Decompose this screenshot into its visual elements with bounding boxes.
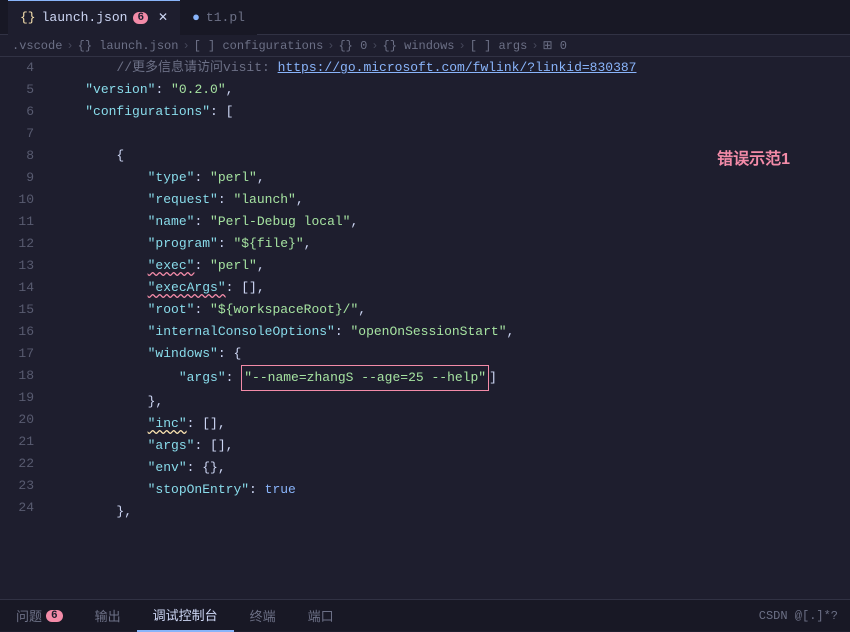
code-line-17: "windows": { (54, 343, 842, 365)
code-line-4: //更多信息请访问visit: https://go.microsoft.com… (54, 57, 842, 79)
tab-badge: 6 (133, 12, 148, 24)
status-tab-problems[interactable]: 问题 6 (0, 600, 79, 632)
code-line-22: "env": {}, (54, 457, 842, 479)
problems-badge: 6 (46, 610, 63, 622)
status-tab-debug-console[interactable]: 调试控制台 (137, 600, 234, 632)
code-line-20: "inc": [], (54, 413, 842, 435)
code-line-13: "exec": "perl", (54, 255, 842, 277)
code-line-7 (54, 123, 842, 145)
code-line-16: "internalConsoleOptions": "openOnSession… (54, 321, 842, 343)
status-tabs: 问题 6 输出 调试控制台 终端 端口 (0, 600, 759, 632)
code-line-8: { (54, 145, 842, 167)
code-line-19: }, (54, 391, 842, 413)
tab-label: launch.json (42, 10, 128, 25)
code-content: //更多信息请访问visit: https://go.microsoft.com… (46, 57, 850, 599)
line-numbers: 4 5 6 7 8 9 10 11 12 13 14 15 16 17 18 1… (0, 57, 46, 599)
code-line-5: "version": "0.2.0", (54, 79, 842, 101)
code-line-14: "execArgs": [], (54, 277, 842, 299)
status-right-text: CSDN @[.]*? (759, 609, 850, 623)
tab-t1-pl[interactable]: ● t1.pl (180, 0, 257, 35)
code-area: 4 5 6 7 8 9 10 11 12 13 14 15 16 17 18 1… (0, 57, 850, 599)
code-line-6: "configurations": [ (54, 101, 842, 123)
code-line-23: "stopOnEntry": true (54, 479, 842, 501)
tab-label: t1.pl (206, 10, 245, 25)
tab-launch-json[interactable]: {} launch.json 6 ✕ (8, 0, 180, 35)
pl-icon: ● (192, 10, 200, 25)
code-line-10: "request": "launch", (54, 189, 842, 211)
json-icon: {} (20, 10, 36, 25)
code-line-21: "args": [], (54, 435, 842, 457)
code-line-11: "name": "Perl-Debug local", (54, 211, 842, 233)
status-tab-ports[interactable]: 端口 (292, 600, 350, 632)
tab-close-button[interactable]: ✕ (158, 10, 168, 25)
code-line-24: }, (54, 501, 842, 523)
status-tab-terminal[interactable]: 终端 (234, 600, 292, 632)
title-bar: {} launch.json 6 ✕ ● t1.pl (0, 0, 850, 35)
breadcrumb: .vscode › {} launch.json › [ ] configura… (0, 35, 850, 57)
status-bar: 问题 6 输出 调试控制台 终端 端口 CSDN @[.]*? (0, 599, 850, 631)
code-line-9: "type": "perl", (54, 167, 842, 189)
editor: 错误示范1 4 5 6 7 8 9 10 11 12 13 14 15 16 1… (0, 57, 850, 599)
status-tab-output[interactable]: 输出 (79, 600, 137, 632)
code-line-12: "program": "${file}", (54, 233, 842, 255)
code-line-18: "args": "--name=zhangS --age=25 --help"] (54, 365, 842, 391)
code-line-15: "root": "${workspaceRoot}/", (54, 299, 842, 321)
